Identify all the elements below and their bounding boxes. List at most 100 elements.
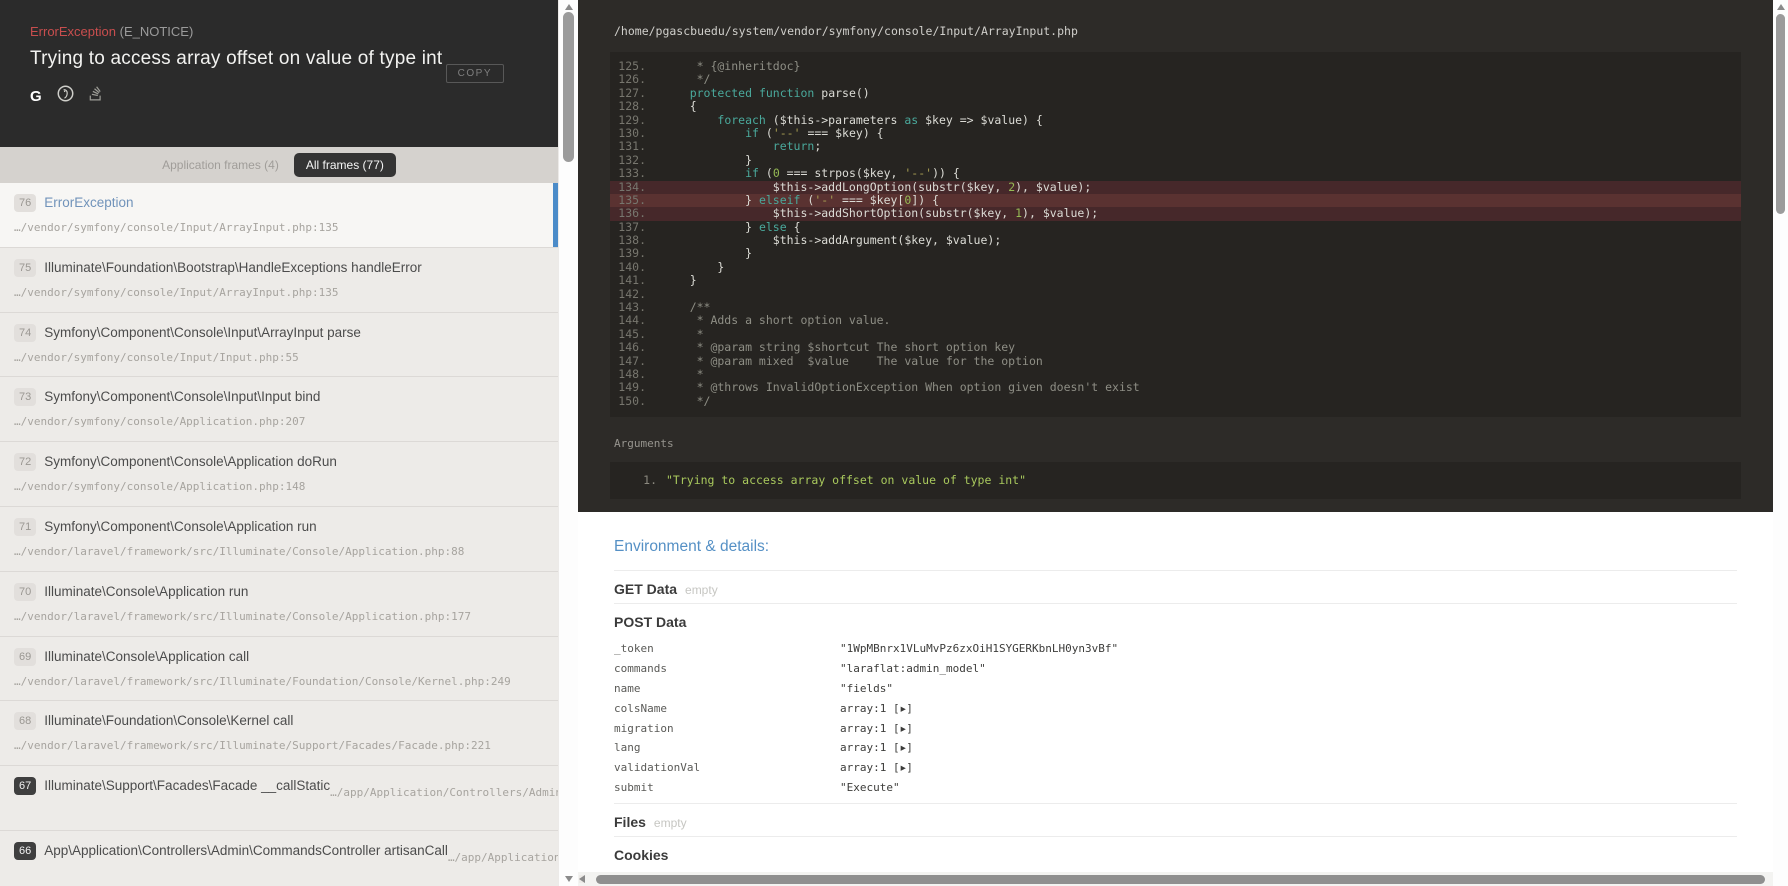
code-token: $this->addLongOption(substr($key, — [662, 180, 1008, 194]
code-token: parse() — [814, 86, 869, 100]
left-panel-scrollbar[interactable] — [558, 0, 578, 886]
horizontal-scrollbar-thumb[interactable] — [596, 875, 1765, 884]
frame-path: …/vendor/laravel/framework/src/Illuminat… — [14, 610, 544, 623]
expand-array-button[interactable]: ▶ — [900, 723, 905, 733]
duckduckgo-icon[interactable] — [57, 85, 74, 107]
code-line: 126. */ — [610, 73, 1741, 86]
stack-frame-row[interactable]: 74Symfony\Component\Console\Input\ArrayI… — [0, 313, 558, 378]
row-value: "Execute" — [840, 781, 900, 794]
code-token: /** — [662, 300, 710, 314]
tab-application-frames[interactable]: Application frames (4) — [162, 158, 279, 172]
search-links: G — [30, 85, 528, 107]
line-number: 134. — [610, 181, 662, 194]
row-value: "fields" — [840, 682, 893, 695]
scroll-down-arrow-icon[interactable] — [565, 876, 573, 882]
code-token: { — [787, 220, 801, 234]
line-number: 125. — [610, 60, 662, 73]
empty-label: empty — [685, 583, 718, 597]
row-key: validationVal — [614, 761, 840, 774]
line-number: 149. — [610, 381, 662, 394]
row-value: array:1 [▶] — [840, 722, 913, 735]
code-text: * {@inheritdoc} — [662, 60, 800, 73]
frame-title: Illuminate\Support\Facades\Facade __call… — [44, 778, 330, 793]
frame-number-badge: 75 — [14, 259, 36, 277]
code-text: * @param string $shortcut The short opti… — [662, 341, 1015, 354]
expand-array-button[interactable]: ▶ — [900, 762, 905, 772]
google-icon[interactable]: G — [30, 88, 42, 105]
row-value: array:1 [▶] — [840, 702, 913, 715]
frame-title-line: 68Illuminate\Foundation\Console\Kernel c… — [14, 712, 544, 730]
frame-title-line: 66App\Application\Controllers\Admin\Comm… — [14, 842, 448, 886]
code-token: ]) { — [911, 193, 939, 207]
row-key: name — [614, 682, 840, 695]
code-token: ( — [759, 166, 773, 180]
copy-button[interactable]: COPY — [446, 64, 504, 83]
stack-frame-row[interactable]: 73Symfony\Component\Console\Input\Input … — [0, 377, 558, 442]
argument-index: 1. — [610, 473, 666, 488]
expand-array-button[interactable]: ▶ — [900, 743, 905, 753]
stack-frame-row[interactable]: 76ErrorException…/vendor/symfony/console… — [0, 183, 558, 248]
code-text: } — [662, 247, 752, 260]
code-token: as — [904, 113, 918, 127]
code-token: '--' — [904, 166, 932, 180]
code-text: * Adds a short option value. — [662, 314, 890, 327]
horizontal-scrollbar[interactable] — [578, 872, 1773, 886]
code-token: ), $value); — [1022, 206, 1098, 220]
line-number: 136. — [610, 207, 662, 220]
exception-class-line: ErrorException (E_NOTICE) — [30, 24, 528, 39]
frames-tabbar: Application frames (4) All frames (77) — [0, 147, 558, 183]
stack-frame-row[interactable]: 70Illuminate\Console\Application run…/ve… — [0, 572, 558, 637]
table-row: migrationarray:1 [▶] — [614, 718, 1737, 738]
stack-frame-row[interactable]: 66App\Application\Controllers\Admin\Comm… — [0, 831, 558, 886]
stack-frame-row[interactable]: 69Illuminate\Console\Application call…/v… — [0, 637, 558, 702]
tab-all-frames[interactable]: All frames (77) — [294, 153, 396, 177]
frame-title-line: 74Symfony\Component\Console\Input\ArrayI… — [14, 324, 544, 342]
code-line: 131. return; — [610, 140, 1741, 153]
page-scrollbar[interactable] — [1773, 0, 1788, 886]
exception-header: ErrorException (E_NOTICE) Trying to acce… — [0, 0, 558, 147]
frame-number-badge: 76 — [14, 194, 36, 212]
code-line: 134. $this->addLongOption(substr($key, 2… — [610, 181, 1741, 194]
stack-frame-row[interactable]: 71Symfony\Component\Console\Application … — [0, 507, 558, 572]
frame-path: …/vendor/laravel/framework/src/Illuminat… — [14, 675, 544, 688]
code-token: === strpos($key, — [780, 166, 905, 180]
environment-details-title: Environment & details: — [614, 538, 1737, 556]
scroll-up-arrow-icon[interactable] — [565, 4, 573, 10]
code-text: } — [662, 154, 752, 167]
stackoverflow-icon[interactable] — [89, 86, 102, 106]
line-number: 137. — [610, 221, 662, 234]
argument-item: 1."Trying to access array offset on valu… — [610, 473, 1741, 488]
code-token — [662, 126, 745, 140]
code-line: 140. } — [610, 261, 1741, 274]
line-number: 135. — [610, 194, 662, 207]
stack-frame-row[interactable]: 67Illuminate\Support\Facades\Facade __ca… — [0, 766, 558, 831]
code-text: } — [662, 274, 697, 287]
frame-title: App\Application\Controllers\Admin\Comman… — [44, 843, 448, 858]
code-token: } — [662, 193, 759, 207]
code-line: 129. foreach ($this->parameters as $key … — [610, 114, 1741, 127]
expand-array-button[interactable]: ▶ — [900, 703, 905, 713]
detail-section: POST Data_token"1WpMBnrx1VLuMvPz6zxOiH1S… — [614, 603, 1737, 803]
left-panel: ErrorException (E_NOTICE) Trying to acce… — [0, 0, 558, 886]
code-text: $this->addLongOption(substr($key, 2), $v… — [662, 181, 1091, 194]
row-value: array:1 [▶] — [840, 761, 913, 774]
left-scrollbar-thumb[interactable] — [563, 12, 574, 162]
row-key: lang — [614, 741, 840, 754]
table-row: submit"Execute" — [614, 777, 1737, 797]
code-token: === $key[ — [835, 193, 904, 207]
stack-frame-row[interactable]: 68Illuminate\Foundation\Console\Kernel c… — [0, 701, 558, 766]
stack-frame-row[interactable]: 75Illuminate\Foundation\Bootstrap\Handle… — [0, 248, 558, 313]
code-token: '--' — [773, 126, 801, 140]
frame-number-badge: 69 — [14, 648, 36, 666]
code-token: ( — [759, 126, 773, 140]
code-line: 148. * — [610, 368, 1741, 381]
row-key: _token — [614, 642, 840, 655]
code-token: */ — [662, 394, 710, 408]
scroll-up-arrow-icon[interactable] — [1777, 4, 1785, 10]
scroll-left-arrow-icon[interactable] — [579, 875, 585, 883]
code-token — [662, 113, 717, 127]
stack-frame-row[interactable]: 72Symfony\Component\Console\Application … — [0, 442, 558, 507]
frames-list: 76ErrorException…/vendor/symfony/console… — [0, 183, 558, 886]
frame-number-badge: 72 — [14, 453, 36, 471]
page-scrollbar-thumb[interactable] — [1776, 14, 1785, 214]
